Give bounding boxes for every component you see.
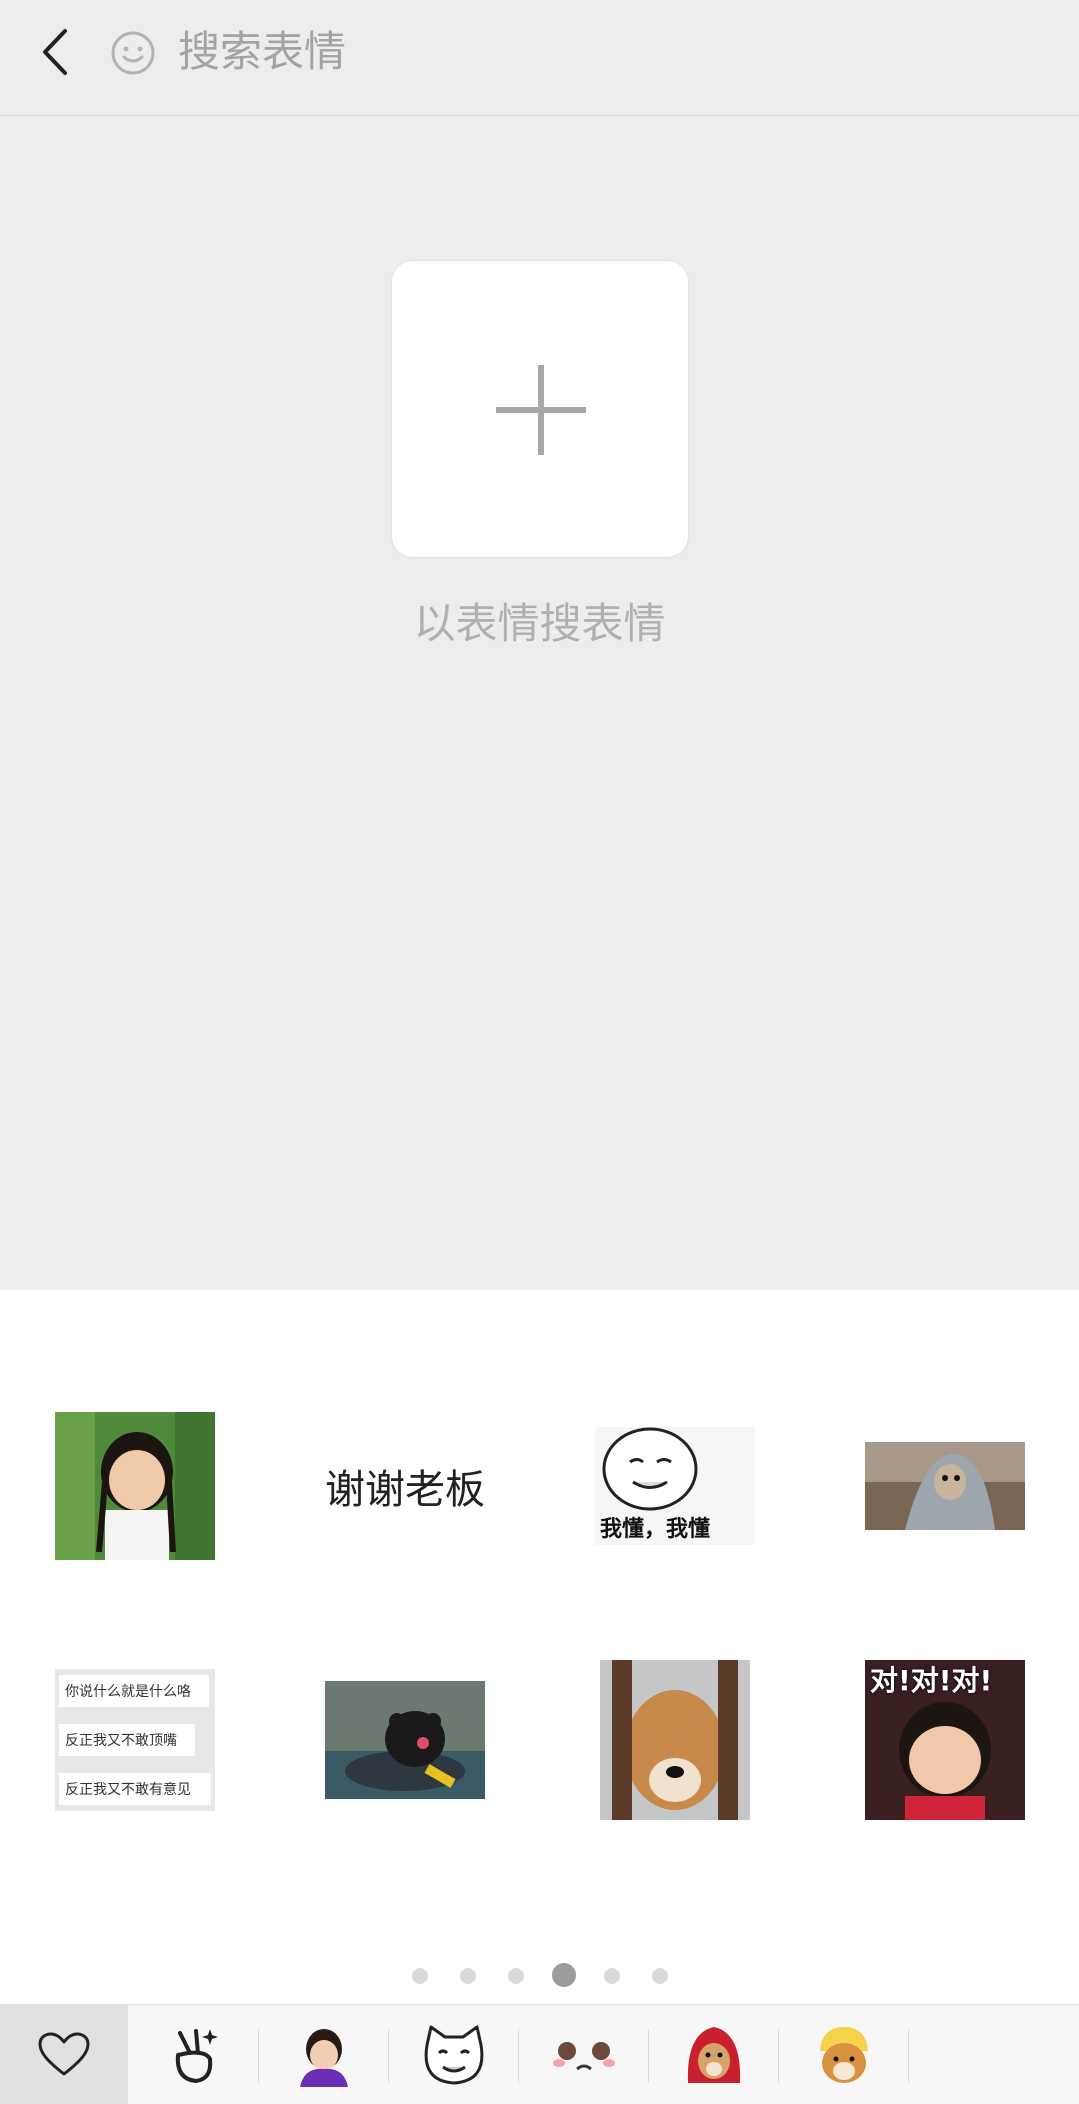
- page-dot[interactable]: [604, 1968, 620, 1984]
- sticker-text: 谢谢老板: [325, 1467, 485, 1513]
- tab-divider: [518, 2029, 519, 2083]
- sticker-kumamon-image: [325, 1681, 485, 1799]
- sticker-shiba-bars-image: [600, 1660, 750, 1820]
- add-sticker-caption: 以表情搜表情: [413, 599, 666, 648]
- sticker-cell[interactable]: 谢谢老板: [320, 1401, 490, 1571]
- page-dot[interactable]: [460, 1968, 476, 1984]
- page-dot[interactable]: [412, 1968, 428, 1984]
- dog-red-hood-sticker-icon: [687, 2027, 741, 2083]
- sticker-cell[interactable]: [320, 1655, 490, 1825]
- tab-sticker-pack[interactable]: [260, 2005, 388, 2104]
- tab-sticker-pack[interactable]: [520, 2005, 648, 2104]
- search-input[interactable]: 搜索表情: [178, 22, 346, 82]
- sticker-caption: 我懂，我懂: [600, 1517, 711, 1542]
- sticker-cell[interactable]: 我懂，我懂: [590, 1401, 760, 1571]
- tab-divider: [258, 2029, 259, 2083]
- add-sticker-button[interactable]: [391, 260, 689, 558]
- tab-divider: [648, 2029, 649, 2083]
- cat-face-sticker-icon: [424, 2025, 484, 2085]
- tab-custom[interactable]: [130, 2005, 258, 2104]
- sticker-line: 反正我又不敢顶嘴: [59, 1724, 195, 1756]
- back-button[interactable]: [30, 22, 80, 82]
- sticker-line: 反正我又不敢有意见: [59, 1773, 211, 1805]
- sticker-text-card: 你说什么就是什么咯 反正我又不敢顶嘴 反正我又不敢有意见: [55, 1669, 215, 1811]
- sticker-tabbar: [0, 2004, 1079, 2104]
- tab-sticker-pack[interactable]: [780, 2005, 908, 2104]
- page-dot[interactable]: [508, 1968, 524, 1984]
- smiley-face-icon[interactable]: [110, 30, 156, 76]
- heart-icon: [38, 2032, 90, 2076]
- baby-sticker-icon: [300, 2029, 348, 2087]
- tab-sticker-pack[interactable]: [650, 2005, 778, 2104]
- sticker-girl-image: [55, 1412, 215, 1560]
- chevron-left-icon: [43, 29, 67, 75]
- tab-favorites[interactable]: [0, 2005, 128, 2104]
- search-header: 搜索表情: [0, 0, 1079, 116]
- sticker-cell[interactable]: 对!对!对!: [860, 1655, 1030, 1825]
- sticker-cell[interactable]: 你说什么就是什么咯 反正我又不敢顶嘴 反正我又不敢有意见: [50, 1655, 220, 1825]
- tab-divider: [778, 2029, 779, 2083]
- page-indicator: [0, 1960, 1079, 1990]
- sticker-cell[interactable]: [50, 1401, 220, 1571]
- sticker-cell[interactable]: [590, 1655, 760, 1825]
- tab-sticker-pack[interactable]: [390, 2005, 518, 2104]
- page-dot[interactable]: [652, 1968, 668, 1984]
- tab-divider: [388, 2029, 389, 2083]
- tab-divider: [908, 2029, 909, 2083]
- peace-hand-icon: [175, 2029, 218, 2083]
- sticker-cell[interactable]: [860, 1401, 1030, 1571]
- plus-icon: [496, 365, 586, 455]
- sticker-dog-blanket-image: [865, 1442, 1025, 1530]
- shiba-yellow-hat-sticker-icon: [820, 2027, 868, 2083]
- sticker-caption: 对!对!对!: [870, 1664, 993, 1697]
- blush-face-sticker-icon: [553, 2042, 615, 2071]
- sticker-line: 你说什么就是什么咯: [59, 1675, 209, 1707]
- page-dot-active[interactable]: [552, 1963, 576, 1987]
